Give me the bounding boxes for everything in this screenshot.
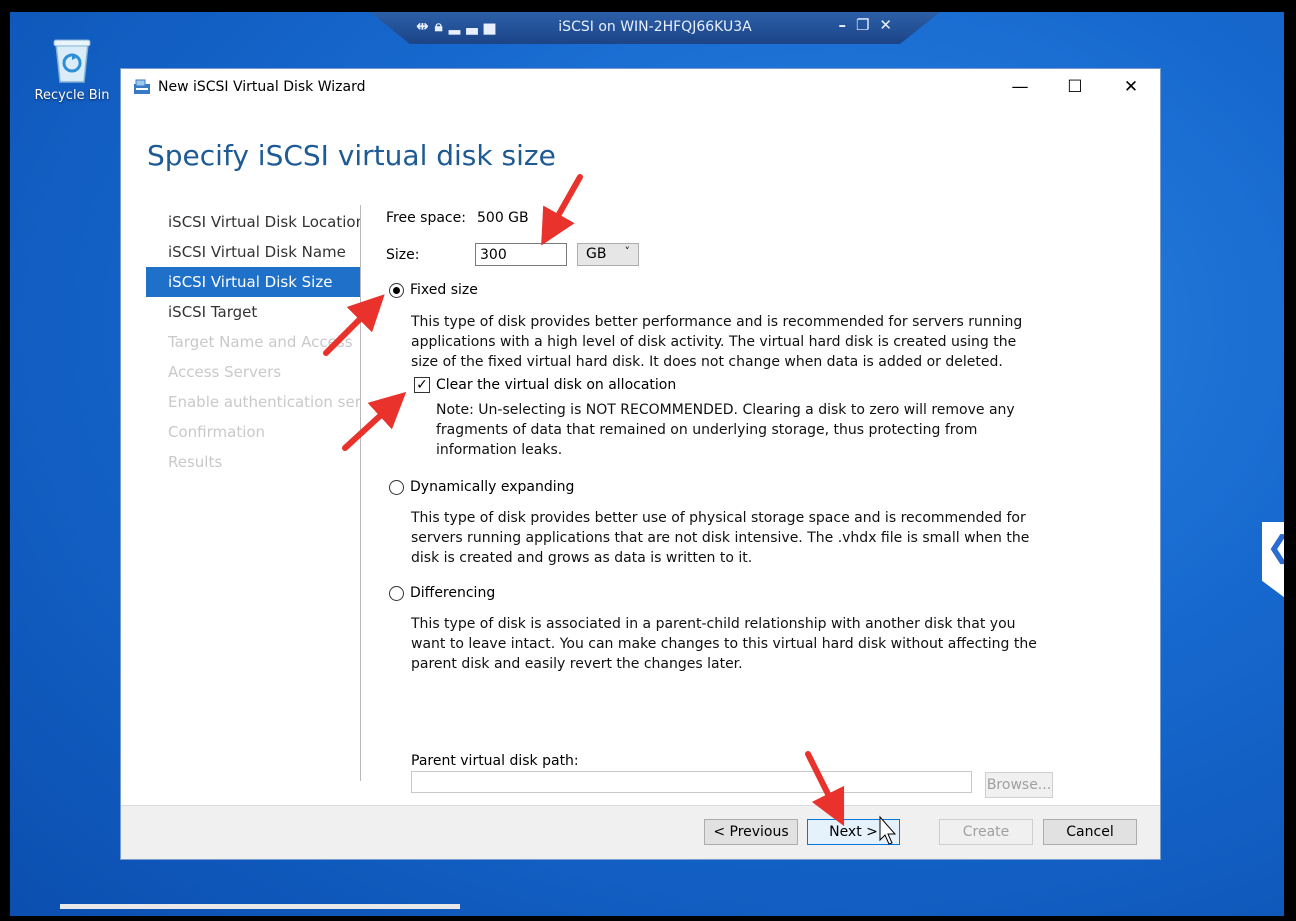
- parent-path-label: Parent virtual disk path:: [411, 753, 579, 769]
- window-maximize-button[interactable]: ☐: [1052, 73, 1098, 101]
- window-titlebar: New iSCSI Virtual Disk Wizard — ☐ ✕: [121, 69, 1160, 105]
- nav-divider: [360, 205, 361, 781]
- fixed-size-radio[interactable]: [389, 283, 404, 298]
- size-unit-value: GB: [586, 246, 607, 262]
- create-button[interactable]: Create: [939, 819, 1033, 845]
- window-close-button[interactable]: ✕: [1108, 73, 1154, 101]
- clear-disk-label[interactable]: Clear the virtual disk on allocation: [436, 377, 676, 393]
- nav-step-access-servers: Access Servers: [168, 363, 282, 381]
- fixed-size-description: This type of disk provides better perfor…: [411, 314, 1023, 370]
- recycle-bin[interactable]: Recycle Bin: [24, 36, 120, 103]
- next-button[interactable]: Next >: [807, 819, 900, 845]
- minimize-icon[interactable]: –: [838, 16, 856, 34]
- wizard-app-icon: [133, 79, 151, 95]
- nav-step-confirmation: Confirmation: [168, 423, 266, 441]
- dynamically-expanding-description: This type of disk provides better use of…: [411, 510, 1030, 566]
- window-minimize-button[interactable]: —: [997, 73, 1043, 101]
- recycle-bin-label: Recycle Bin: [34, 88, 110, 103]
- taskbar-fragment: [60, 904, 460, 909]
- cancel-button[interactable]: Cancel: [1043, 819, 1137, 845]
- size-input[interactable]: [475, 243, 567, 266]
- nav-step-disk-name[interactable]: iSCSI Virtual Disk Name: [146, 237, 360, 267]
- nav-step-authentication: Enable authentication services: [168, 393, 360, 411]
- free-space-value: 500 GB: [477, 210, 529, 226]
- wizard-footer: < Previous Next > Create Cancel: [121, 805, 1160, 859]
- dynamically-expanding-label[interactable]: Dynamically expanding: [410, 479, 574, 495]
- nav-step-results: Results: [168, 453, 223, 471]
- free-space-label: Free space:: [386, 210, 466, 226]
- wizard-window: New iSCSI Virtual Disk Wizard — ☐ ✕ Spec…: [120, 68, 1161, 860]
- nav-step-disk-location[interactable]: iSCSI Virtual Disk Location: [146, 207, 360, 237]
- dynamically-expanding-radio[interactable]: [389, 480, 404, 495]
- nav-step-disk-size[interactable]: iSCSI Virtual Disk Size: [146, 267, 360, 297]
- chevron-down-icon: ˅: [624, 245, 631, 258]
- previous-button[interactable]: < Previous: [704, 819, 798, 845]
- chevron-left-icon: ❮: [1266, 530, 1284, 565]
- clear-disk-checkbox[interactable]: ✓: [414, 377, 430, 393]
- parent-path-input[interactable]: [411, 771, 972, 793]
- side-panel-tab[interactable]: ❮: [1262, 522, 1284, 606]
- close-icon[interactable]: ✕: [879, 16, 902, 34]
- fixed-size-label[interactable]: Fixed size: [410, 282, 478, 298]
- differencing-description: This type of disk is associated in a par…: [411, 616, 1037, 672]
- restore-icon[interactable]: ❐: [856, 16, 879, 34]
- differencing-radio[interactable]: [389, 586, 404, 601]
- browse-button[interactable]: Browse...: [985, 772, 1053, 798]
- differencing-label[interactable]: Differencing: [410, 585, 495, 601]
- wizard-steps-nav: iSCSI Virtual Disk Location iSCSI Virtua…: [146, 207, 360, 477]
- page-title: Specify iSCSI virtual disk size: [147, 139, 556, 172]
- size-unit-dropdown[interactable]: GB ˅: [577, 243, 639, 266]
- check-icon: ✓: [416, 377, 428, 393]
- clear-disk-note: Note: Un-selecting is NOT RECOMMENDED. C…: [436, 402, 1015, 458]
- window-title: New iSCSI Virtual Disk Wizard: [158, 79, 366, 95]
- nav-step-target-name-access: Target Name and Access: [168, 333, 353, 351]
- remote-desktop-bar[interactable]: ⇹🔒︎▂▃▅ iSCSI on WIN-2HFQJ66KU3A –❐✕: [370, 12, 940, 44]
- nav-step-target[interactable]: iSCSI Target: [146, 297, 360, 327]
- recycle-bin-icon: [50, 36, 94, 84]
- size-label: Size:: [386, 247, 420, 263]
